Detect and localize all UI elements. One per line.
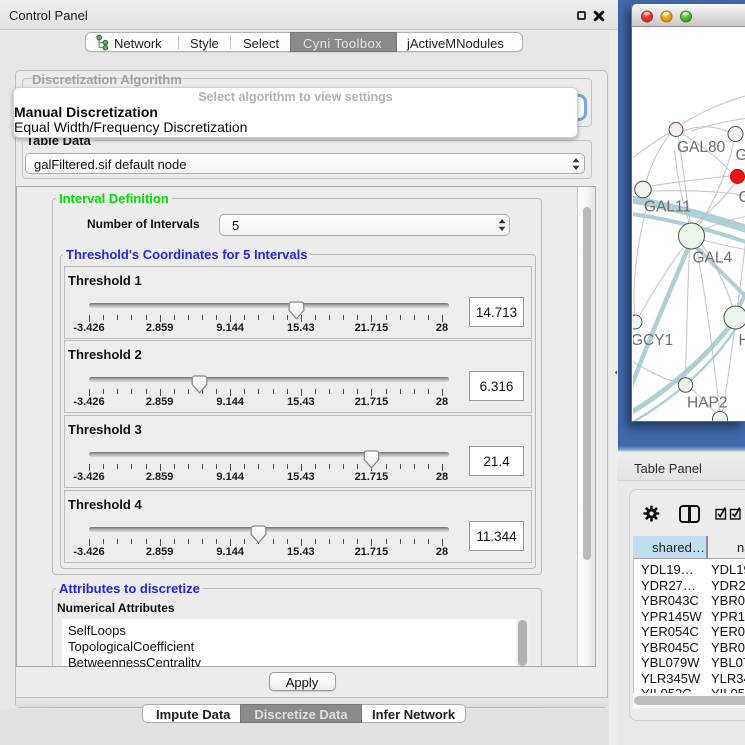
- svg-text:H: H: [738, 332, 745, 349]
- svg-text:GAL11: GAL11: [644, 199, 691, 216]
- svg-text:HAP2: HAP2: [687, 395, 728, 412]
- svg-text:GAL4: GAL4: [692, 250, 732, 267]
- svg-text:GA: GA: [735, 147, 745, 164]
- svg-text:GCY1: GCY1: [633, 332, 673, 349]
- svg-text:GAL80: GAL80: [677, 139, 726, 156]
- svg-text:GA: GA: [738, 189, 745, 206]
